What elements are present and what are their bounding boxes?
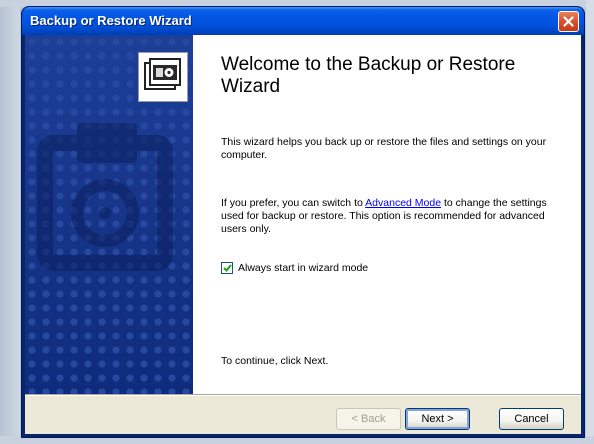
checkmark-icon (222, 264, 232, 272)
close-button[interactable] (558, 11, 579, 32)
back-button[interactable]: < Back (336, 408, 401, 430)
close-icon (563, 16, 574, 27)
cancel-button[interactable]: Cancel (499, 408, 564, 430)
wizard-client-area: Welcome to the Backup or Restore Wizard … (25, 35, 581, 434)
window-title: Backup or Restore Wizard (30, 13, 192, 28)
desktop-background-left (0, 0, 20, 444)
backup-watermark-icon (37, 123, 173, 271)
wizard-content: Welcome to the Backup or Restore Wizard … (193, 35, 581, 394)
wizard-mode-checkbox-label[interactable]: Always start in wizard mode (238, 262, 368, 274)
wizard-mode-checkbox-row[interactable]: Always start in wizard mode (221, 262, 368, 274)
wizard-side-panel (25, 35, 193, 394)
intro-text: This wizard helps you back up or restore… (221, 136, 547, 161)
wizard-mode-checkbox[interactable] (221, 262, 233, 274)
advanced-mode-paragraph: If you prefer, you can switch to Advance… (221, 197, 571, 236)
page-title: Welcome to the Backup or Restore Wizard (221, 54, 516, 97)
advanced-prefix-text: If you prefer, you can switch to (221, 197, 366, 209)
title-bar[interactable]: Backup or Restore Wizard (22, 7, 584, 35)
continue-instruction: To continue, click Next. (221, 355, 329, 367)
next-button[interactable]: Next > (405, 408, 470, 430)
desktop-background-top (0, 0, 594, 7)
desktop-background-bottom (0, 436, 594, 444)
backup-icon (144, 58, 181, 90)
desktop-background-right (586, 0, 594, 444)
advanced-mode-link[interactable]: Advanced Mode (365, 197, 441, 209)
button-divider (25, 394, 581, 396)
wizard-icon-box (138, 52, 188, 102)
wizard-window: Backup or Restore Wizard Welcome to the … (22, 7, 584, 437)
